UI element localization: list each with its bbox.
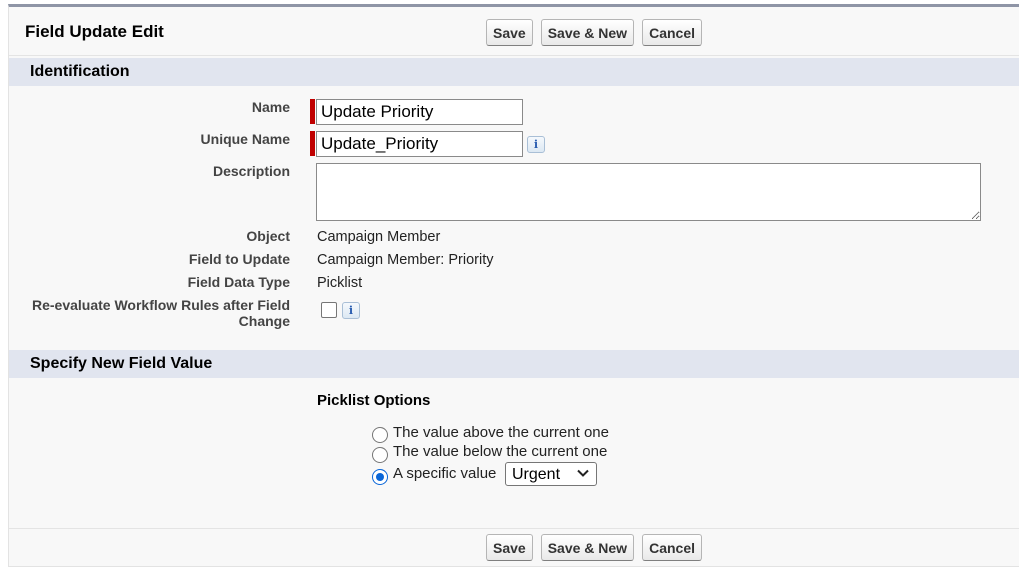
radio-value-below-label: The value below the current one (393, 443, 608, 460)
object-value: Campaign Member (317, 229, 441, 245)
name-required-indicator (310, 99, 315, 124)
radio-value-above-label: The value above the current one (393, 424, 609, 441)
identification-section-header: Identification (9, 58, 1019, 86)
new-value-section-header: Specify New Field Value (9, 350, 1019, 378)
specific-value-selected: Urgent (512, 466, 561, 483)
reevaluate-label-line2: Change (238, 313, 290, 329)
radio-specific-value[interactable] (372, 469, 388, 485)
radio-specific-value-label: A specific value (393, 465, 497, 482)
name-label: Name (251, 99, 290, 115)
field-to-update-label: Field to Update (188, 251, 290, 267)
field-data-type-value: Picklist (317, 275, 363, 291)
unique-name-input[interactable] (316, 131, 523, 157)
unique-name-label: Unique Name (200, 131, 290, 147)
header-divider (9, 55, 1019, 56)
save-button-bottom[interactable]: Save (486, 534, 533, 561)
bottom-button-row: Save Save & New Cancel (486, 534, 702, 561)
picklist-options-title: Picklist Options (317, 392, 431, 409)
object-label: Object (246, 228, 290, 244)
field-data-type-label: Field Data Type (187, 274, 290, 290)
save-and-new-button-bottom[interactable]: Save & New (540, 534, 635, 561)
page-title: Field Update Edit (25, 22, 164, 41)
save-and-new-button[interactable]: Save & New (540, 19, 635, 46)
save-button[interactable]: Save (486, 19, 533, 46)
reevaluate-info-icon[interactable]: i (342, 302, 360, 319)
description-textarea[interactable] (316, 163, 981, 221)
specific-value-select[interactable]: Urgent (505, 462, 597, 486)
field-to-update-value: Campaign Member: Priority (317, 252, 494, 268)
chevron-down-icon (577, 469, 589, 477)
radio-value-below[interactable] (372, 447, 388, 463)
radio-value-above[interactable] (372, 427, 388, 443)
field-update-edit-panel: Field Update Edit Save Save & New Cancel… (8, 4, 1019, 567)
reevaluate-label-line1: Re-evaluate Workflow Rules after Field (31, 297, 290, 313)
cancel-button[interactable]: Cancel (642, 19, 702, 46)
cancel-button-bottom[interactable]: Cancel (642, 534, 702, 561)
unique-name-info-icon[interactable]: i (527, 136, 545, 153)
reevaluate-workflow-checkbox[interactable] (321, 302, 337, 318)
unique-name-required-indicator (310, 131, 315, 156)
footer-divider (9, 528, 1019, 529)
top-button-row: Save Save & New Cancel (486, 19, 702, 46)
name-input[interactable] (316, 99, 523, 125)
reevaluate-workflow-label: Re-evaluate Workflow Rules after Field C… (32, 297, 290, 329)
description-label: Description (212, 163, 290, 179)
